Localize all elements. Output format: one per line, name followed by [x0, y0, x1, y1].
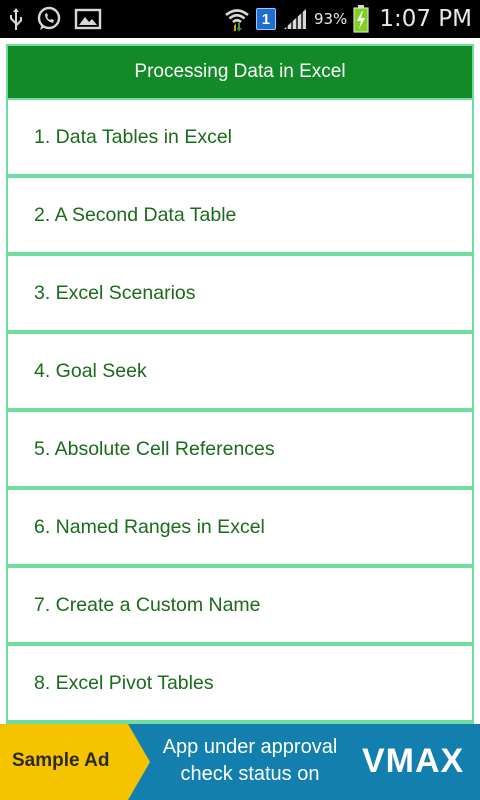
clock: 1:07 PM [379, 6, 472, 32]
ad-message: App under approval check status on [150, 734, 350, 788]
page-title: Processing Data in Excel [8, 46, 472, 98]
list-item-custom-name[interactable]: 7. Create a Custom Name [8, 568, 472, 642]
list-item-excel-scenarios[interactable]: 3. Excel Scenarios [8, 256, 472, 330]
list-item-goal-seek[interactable]: 4. Goal Seek [8, 334, 472, 408]
status-bar-notifications [8, 6, 102, 32]
ad-message-line2: check status on [180, 763, 320, 785]
menu-list: 1. Data Tables in Excel 2. A Second Data… [6, 100, 474, 724]
whatsapp-icon [36, 6, 62, 32]
status-bar-system: 1 93% 1:07 PM [224, 4, 472, 34]
list-item-data-tables[interactable]: 1. Data Tables in Excel [8, 100, 472, 174]
list-item-absolute-cell-references[interactable]: 5. Absolute Cell References [8, 412, 472, 486]
notification-badge: 1 [255, 8, 276, 30]
ad-banner[interactable]: Sample Ad App under approval check statu… [0, 724, 480, 800]
ad-brand-logo: VMAX [362, 742, 465, 780]
battery-charging-icon [353, 5, 369, 33]
wifi-icon [224, 6, 250, 32]
status-bar: 1 93% 1:07 PM [0, 0, 480, 38]
signal-icon [282, 7, 308, 31]
list-item-pivot-tables[interactable]: 8. Excel Pivot Tables [8, 646, 472, 720]
gallery-icon [74, 7, 102, 31]
main-content: Processing Data in Excel 1. Data Tables … [6, 44, 474, 724]
ad-label: Sample Ad [12, 750, 110, 771]
battery-percent: 93% [313, 10, 348, 28]
list-item-second-data-table[interactable]: 2. A Second Data Table [8, 178, 472, 252]
usb-icon [8, 7, 24, 31]
ad-message-line1: App under approval [162, 736, 338, 758]
list-item-named-ranges[interactable]: 6. Named Ranges in Excel [8, 490, 472, 564]
